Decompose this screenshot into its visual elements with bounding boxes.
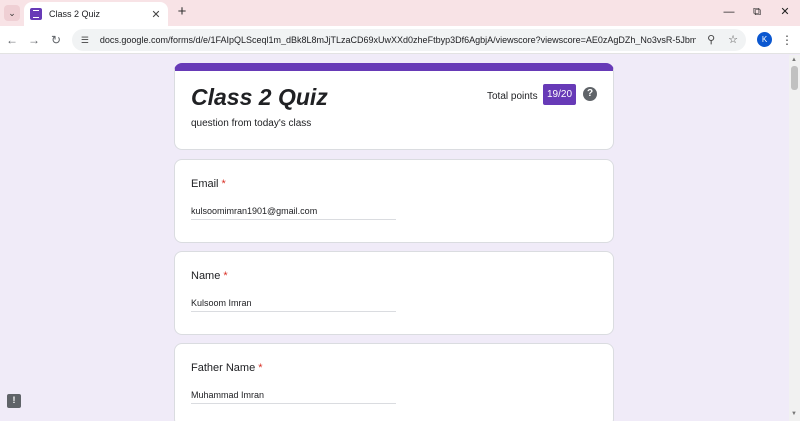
- question-card-email: Email * kulsoomimran1901@gmail.com: [174, 159, 614, 243]
- restore-icon: ⧉: [753, 6, 761, 18]
- close-icon: ✕: [780, 6, 790, 18]
- scroll-up-icon[interactable]: ▲: [791, 57, 797, 63]
- close-window-button[interactable]: ✕: [771, 4, 799, 20]
- tab-title: Class 2 Quiz: [49, 9, 101, 19]
- feedback-icon[interactable]: !: [7, 394, 21, 408]
- form-description: question from today's class: [191, 118, 312, 129]
- help-icon[interactable]: ?: [583, 87, 597, 101]
- tab-search-button[interactable]: ⌄: [4, 5, 20, 21]
- chevron-down-icon: ⌄: [8, 7, 16, 18]
- question-card-name: Name * Kulsoom Imran: [174, 251, 614, 335]
- page-title: Class 2 Quiz: [191, 84, 328, 110]
- kebab-menu-icon[interactable]: ⋮: [781, 32, 793, 48]
- zoom-icon[interactable]: ⚲: [704, 33, 718, 47]
- scroll-thumb[interactable]: [791, 66, 798, 90]
- browser-tab[interactable]: Class 2 Quiz ✕: [24, 2, 168, 26]
- forward-arrow-icon: →: [28, 33, 40, 47]
- question-card-father-name: Father Name * Muhammad Imran: [174, 343, 614, 421]
- reload-icon: ↻: [50, 33, 62, 47]
- question-label-text: Email: [191, 178, 219, 190]
- plus-icon: +: [177, 3, 187, 20]
- score-badge: 19/20: [543, 84, 576, 105]
- answer-text: Muhammad Imran: [191, 390, 396, 404]
- url-text[interactable]: docs.google.com/forms/d/e/1FAIpQLSceql1m…: [100, 35, 696, 45]
- tune-icon[interactable]: ☰: [78, 33, 92, 47]
- back-button[interactable]: ←: [4, 32, 20, 48]
- new-tab-button[interactable]: +: [174, 4, 190, 20]
- address-bar[interactable]: ☰ docs.google.com/forms/d/e/1FAIpQLSceql…: [72, 29, 746, 51]
- total-points-label: Total points: [487, 91, 538, 102]
- page-content: Class 2 Quiz question from today's class…: [0, 55, 800, 421]
- minimize-button[interactable]: —: [715, 4, 743, 20]
- browser-toolbar: ← → ↻ ☰ docs.google.com/forms/d/e/1FAIpQ…: [0, 26, 800, 54]
- restore-button[interactable]: ⧉: [743, 4, 771, 20]
- required-mark: *: [258, 362, 263, 374]
- question-label: Father Name *: [191, 362, 262, 374]
- question-label: Email *: [191, 178, 226, 190]
- minimize-icon: —: [723, 6, 735, 18]
- scroll-down-icon[interactable]: ▼: [791, 411, 797, 417]
- tab-strip: ⌄ Class 2 Quiz ✕ + — ⧉ ✕: [0, 0, 800, 26]
- forms-icon: [30, 8, 42, 20]
- answer-text: kulsoomimran1901@gmail.com: [191, 206, 396, 220]
- answer-text: Kulsoom Imran: [191, 298, 396, 312]
- required-mark: *: [223, 270, 228, 282]
- profile-avatar[interactable]: K: [757, 32, 772, 47]
- reload-button[interactable]: ↻: [48, 32, 64, 48]
- close-icon[interactable]: ✕: [150, 8, 162, 21]
- forward-button[interactable]: →: [26, 32, 42, 48]
- scrollbar[interactable]: ▲ ▼: [789, 55, 800, 421]
- star-icon[interactable]: ☆: [726, 33, 740, 47]
- required-mark: *: [221, 178, 226, 190]
- back-arrow-icon: ←: [6, 33, 18, 47]
- question-label-text: Father Name: [191, 362, 256, 374]
- form-header-card: Class 2 Quiz question from today's class…: [174, 63, 614, 150]
- question-label-text: Name: [191, 270, 221, 282]
- question-label: Name *: [191, 270, 228, 282]
